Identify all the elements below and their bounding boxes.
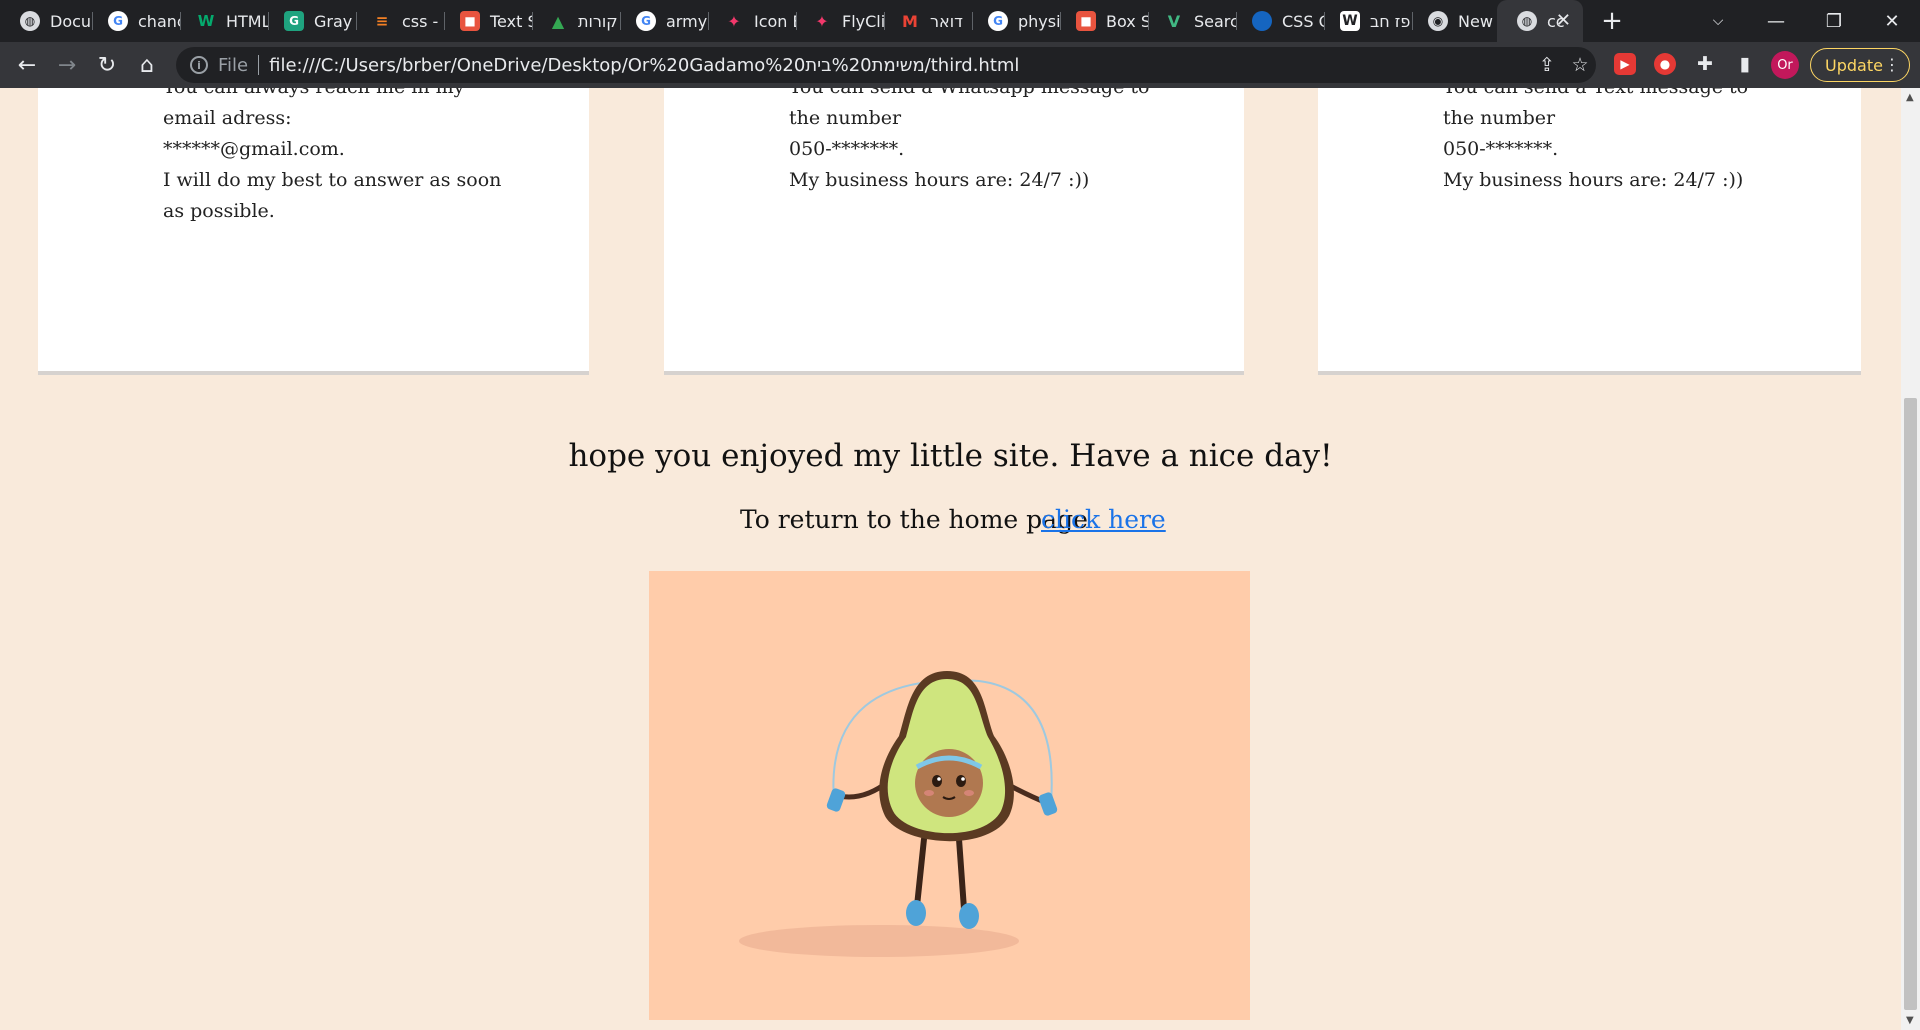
restore-icon[interactable]: ❐ [1806,0,1862,42]
contact-card-text-text: You can send a Text message to the numbe… [1443,88,1748,191]
home-icon[interactable]: ⌂ [132,50,162,80]
browser-tab[interactable]: ▲ קורות [528,0,621,42]
extension-icon[interactable]: ▶ [1614,53,1636,75]
flyclip-icon: ✦ [727,11,741,31]
browser-tab[interactable]: ✦ Icon E [704,0,797,42]
browser-tab[interactable]: ✦ FlyCli [792,0,885,42]
bookmark-star-icon[interactable]: ☆ [1567,52,1593,78]
drive-icon: ▲ [551,11,565,31]
vuetify-icon: V [1167,11,1181,31]
globe-icon: ◍ [1517,11,1537,31]
closing-message: hope you enjoyed my little site. Have a … [568,438,1333,474]
return-text: To return to the home page [740,505,1088,534]
browser-tab[interactable]: W HTML [176,0,269,42]
url-text[interactable]: file:///C:/Users/brber/OneDrive/Desktop/… [269,55,1019,76]
browser-tab[interactable]: ◍ Docu [0,0,93,42]
avocado-illustration [739,671,1058,957]
vertical-scrollbar[interactable]: ▲ ▼ [1901,88,1920,1030]
google-icon: G [108,11,128,31]
info-icon[interactable]: i [190,56,208,74]
wikipedia-icon: W [1340,11,1360,31]
new-tab-button[interactable]: + [1597,6,1627,36]
close-tab-icon[interactable]: ✕ [1556,10,1571,31]
profile-avatar[interactable]: Or [1771,51,1799,79]
home-page-link[interactable]: click here [1041,505,1166,534]
share-icon[interactable]: ⇪ [1534,52,1560,78]
page-viewport: You can always reach me in my email adre… [0,88,1901,1030]
stackoverflow-icon: ≡ [375,12,389,30]
side-panel-icon[interactable]: ▮ [1732,51,1758,77]
gmail-icon: M [902,11,918,31]
browser-tab[interactable]: V Searc [1144,0,1237,42]
browser-tab[interactable]: M דואר [880,0,973,42]
contact-card-whatsapp-text: You can send a Whatsapp message to the n… [789,88,1149,191]
browser-tab[interactable]: CSS G [1232,0,1325,42]
office-icon: ■ [460,11,480,31]
close-window-icon[interactable]: ✕ [1864,0,1920,42]
update-button[interactable]: Update ⋮ [1810,48,1910,82]
chrome-icon: ◉ [1428,11,1448,31]
tab-search-icon[interactable]: ⌵ [1692,0,1744,42]
address-bar[interactable]: i File file:///C:/Users/brber/OneDrive/D… [176,47,1596,83]
browser-tab[interactable]: ◉ New [1408,0,1501,42]
flyclip-icon: ✦ [815,11,829,31]
browser-tab-active[interactable]: ◍ cc ✕ [1497,0,1583,42]
back-icon[interactable]: ← [12,50,42,80]
w3schools-icon: W [197,12,215,30]
menu-kebab-icon[interactable]: ⋮ [1884,55,1900,74]
scroll-up-icon[interactable]: ▲ [1906,92,1914,103]
globe-icon: ◍ [20,11,40,31]
office-icon: ■ [1076,11,1096,31]
avocado-animation [649,571,1250,1020]
browser-tab[interactable]: ■ Text S [440,0,533,42]
scroll-down-icon[interactable]: ▼ [1906,1015,1914,1026]
tab-strip: ◍ Docu G chanc W HTML G Gray ≡ css - ■ T… [0,0,1920,42]
browser-tab[interactable]: W פז חב [1320,0,1413,42]
extension-icon[interactable]: ● [1654,53,1676,75]
browser-tab[interactable]: ≡ css - [352,0,445,42]
browser-tab[interactable]: G chanc [88,0,181,42]
extensions-puzzle-icon[interactable]: ✚ [1692,51,1718,77]
browser-tab[interactable]: G physi [968,0,1061,42]
google-icon: G [988,11,1008,31]
url-scheme: File [218,54,249,76]
reload-icon[interactable]: ↻ [92,50,122,80]
scrollbar-thumb[interactable] [1904,398,1917,1010]
browser-toolbar: ← → ↻ ⌂ i File file:///C:/Users/brber/On… [0,42,1920,88]
minimize-icon[interactable]: — [1748,0,1804,42]
browser-tab[interactable]: G army [616,0,709,42]
contact-card-email-text: You can always reach me in my email adre… [163,88,502,222]
browser-tab[interactable]: ■ Box S [1056,0,1149,42]
google-icon: G [636,11,656,31]
circle-icon [1252,11,1272,31]
browser-tab[interactable]: G Gray [264,0,357,42]
grayscale-icon: G [284,11,304,31]
forward-icon[interactable]: → [52,50,82,80]
